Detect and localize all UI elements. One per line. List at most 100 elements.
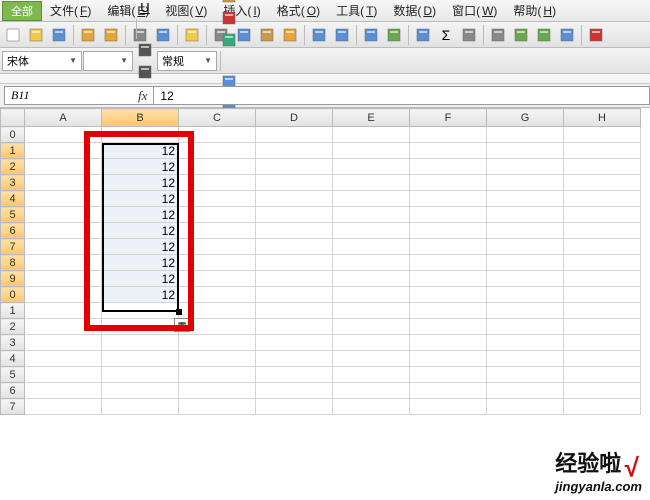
cell-D6[interactable]: [256, 223, 333, 239]
cell-D16[interactable]: [256, 383, 333, 399]
cell-F14[interactable]: [410, 351, 487, 367]
cell-G5[interactable]: [487, 207, 564, 223]
formula-input[interactable]: [153, 86, 650, 105]
row-header[interactable]: 6: [1, 223, 25, 239]
cell-G7[interactable]: [487, 239, 564, 255]
cell-E17[interactable]: [333, 399, 410, 415]
cell-B5[interactable]: 12: [102, 207, 179, 223]
cell-F0[interactable]: [410, 127, 487, 143]
cell-A10[interactable]: [25, 287, 102, 303]
redo-button[interactable]: [100, 24, 122, 46]
cell-E16[interactable]: [333, 383, 410, 399]
cell-D11[interactable]: [256, 303, 333, 319]
row-header[interactable]: 4: [1, 351, 25, 367]
cell-A2[interactable]: [25, 159, 102, 175]
cell-F9[interactable]: [410, 271, 487, 287]
sort-asc-button[interactable]: [308, 24, 330, 46]
cell-G3[interactable]: [487, 175, 564, 191]
cell-H3[interactable]: [564, 175, 641, 191]
func-button[interactable]: [383, 24, 405, 46]
menu-t[interactable]: 工具(T): [328, 2, 385, 20]
cell-F10[interactable]: [410, 287, 487, 303]
cell-E10[interactable]: [333, 287, 410, 303]
cell-B4[interactable]: 12: [102, 191, 179, 207]
cell-B3[interactable]: 12: [102, 175, 179, 191]
fill-handle[interactable]: [176, 309, 182, 315]
cell-C8[interactable]: [179, 255, 256, 271]
cell-C15[interactable]: [179, 367, 256, 383]
column-header-C[interactable]: C: [179, 109, 256, 127]
cell-F4[interactable]: [410, 191, 487, 207]
row-header[interactable]: 3: [1, 335, 25, 351]
cell-B11[interactable]: [102, 303, 179, 319]
cell-E6[interactable]: [333, 223, 410, 239]
menu-v[interactable]: 视图(V): [157, 2, 215, 20]
toggle-2-button[interactable]: [533, 24, 555, 46]
fx-label[interactable]: fx: [132, 88, 153, 104]
column-header-F[interactable]: F: [410, 109, 487, 127]
cell-D8[interactable]: [256, 255, 333, 271]
column-header-H[interactable]: H: [564, 109, 641, 127]
cell-H16[interactable]: [564, 383, 641, 399]
paste-button[interactable]: [256, 24, 278, 46]
cell-A13[interactable]: [25, 335, 102, 351]
cell-C3[interactable]: [179, 175, 256, 191]
row-header[interactable]: 8: [1, 255, 25, 271]
cell-H9[interactable]: [564, 271, 641, 287]
cell-H12[interactable]: [564, 319, 641, 335]
cell-E0[interactable]: [333, 127, 410, 143]
cell-H8[interactable]: [564, 255, 641, 271]
cell-D9[interactable]: [256, 271, 333, 287]
cell-A14[interactable]: [25, 351, 102, 367]
cell-A9[interactable]: [25, 271, 102, 287]
chart-button[interactable]: [412, 24, 434, 46]
cell-A4[interactable]: [25, 191, 102, 207]
row-header[interactable]: 1: [1, 143, 25, 159]
undo-button[interactable]: [77, 24, 99, 46]
select-all-corner[interactable]: [1, 109, 25, 127]
cell-G4[interactable]: [487, 191, 564, 207]
cell-D2[interactable]: [256, 159, 333, 175]
cell-B13[interactable]: [102, 335, 179, 351]
number-format-select[interactable]: 常规 ▼: [157, 51, 217, 71]
cell-G9[interactable]: [487, 271, 564, 287]
row-header[interactable]: 1: [1, 303, 25, 319]
cell-G16[interactable]: [487, 383, 564, 399]
row-header[interactable]: 4: [1, 191, 25, 207]
cell-B9[interactable]: 12: [102, 271, 179, 287]
autofill-options-icon[interactable]: ▦: [174, 318, 190, 332]
cell-G2[interactable]: [487, 159, 564, 175]
cell-F12[interactable]: [410, 319, 487, 335]
cell-E4[interactable]: [333, 191, 410, 207]
cell-C11[interactable]: [179, 303, 256, 319]
cell-F5[interactable]: [410, 207, 487, 223]
cell-E14[interactable]: [333, 351, 410, 367]
cell-B16[interactable]: [102, 383, 179, 399]
zoom-button[interactable]: [487, 24, 509, 46]
column-header-A[interactable]: A: [25, 109, 102, 127]
row-header[interactable]: 7: [1, 399, 25, 415]
cell-B0[interactable]: [102, 127, 179, 143]
cell-C17[interactable]: [179, 399, 256, 415]
cell-E15[interactable]: [333, 367, 410, 383]
row-header[interactable]: 3: [1, 175, 25, 191]
row-header[interactable]: 6: [1, 383, 25, 399]
cell-D15[interactable]: [256, 367, 333, 383]
cell-C10[interactable]: [179, 287, 256, 303]
cell-A0[interactable]: [25, 127, 102, 143]
row-header[interactable]: 2: [1, 319, 25, 335]
cell-G11[interactable]: [487, 303, 564, 319]
search-button[interactable]: [458, 24, 480, 46]
cell-D14[interactable]: [256, 351, 333, 367]
underline-button[interactable]: U: [134, 0, 156, 19]
cell-E3[interactable]: [333, 175, 410, 191]
hyperlink-button[interactable]: [360, 24, 382, 46]
highlight-button[interactable]: [181, 24, 203, 46]
cell-A15[interactable]: [25, 367, 102, 383]
cell-D0[interactable]: [256, 127, 333, 143]
cell-F13[interactable]: [410, 335, 487, 351]
cell-H2[interactable]: [564, 159, 641, 175]
filter-button[interactable]: [556, 24, 578, 46]
menu-f[interactable]: 文件(F): [42, 2, 99, 20]
row-header[interactable]: 9: [1, 271, 25, 287]
